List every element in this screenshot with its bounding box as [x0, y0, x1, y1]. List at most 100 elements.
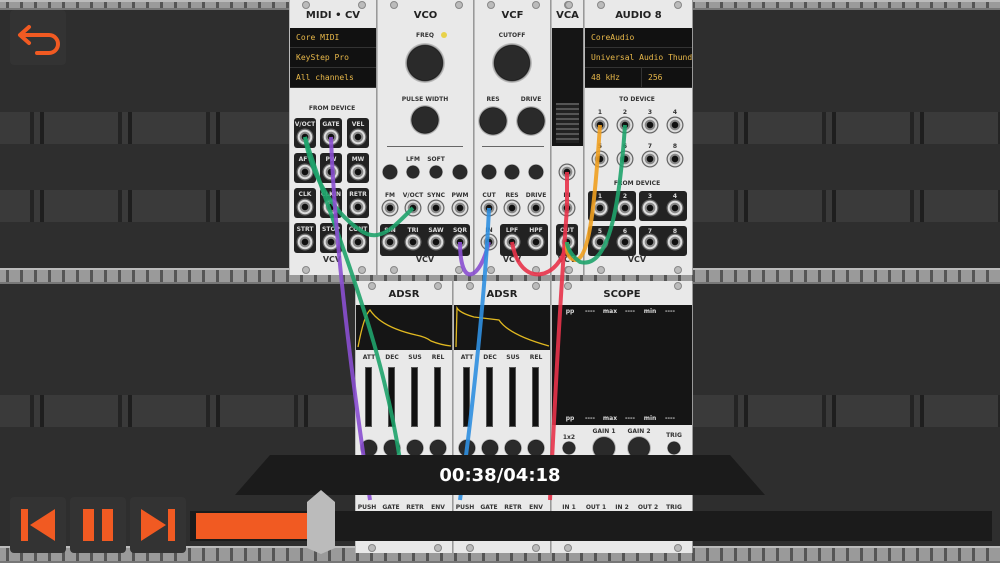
vco-input[interactable] [381, 199, 399, 217]
midi-jack[interactable] [349, 233, 367, 251]
midi-display-0[interactable]: Core MIDI [290, 28, 376, 48]
to-device-jack[interactable] [641, 150, 659, 168]
vca-out-jack[interactable] [558, 233, 576, 251]
screw [532, 1, 540, 9]
midi-jack[interactable] [349, 198, 367, 216]
from-device-jack[interactable] [591, 199, 609, 217]
to-device-jack[interactable] [616, 150, 634, 168]
audio-driver[interactable]: CoreAudio [585, 28, 692, 48]
label: STRT [296, 226, 314, 233]
vcv-logo: VCV [502, 255, 522, 264]
midi-jack[interactable] [322, 233, 340, 251]
to-device-jack[interactable] [666, 150, 684, 168]
pulse-width-knob[interactable] [410, 105, 440, 135]
midi-jack[interactable] [296, 198, 314, 216]
from-device-jack[interactable] [641, 199, 659, 217]
drive-knob[interactable] [516, 106, 546, 136]
soft-button[interactable] [429, 165, 443, 179]
adsr-knob[interactable] [481, 439, 499, 457]
vcf-attenuator[interactable] [481, 164, 497, 180]
from-device-jack[interactable] [641, 233, 659, 251]
vcf-input[interactable] [527, 199, 545, 217]
vco-input[interactable] [451, 199, 469, 217]
vco-output[interactable] [381, 233, 399, 251]
adsr-slider[interactable] [388, 367, 395, 427]
pause-button[interactable] [70, 497, 126, 553]
adsr-slider[interactable] [463, 367, 470, 427]
adsr-slider[interactable] [365, 367, 372, 427]
vca-cv-jack[interactable] [558, 163, 576, 181]
adsr-knob[interactable] [429, 439, 447, 457]
adsr-slider[interactable] [509, 367, 516, 427]
fm-knob[interactable] [382, 164, 398, 180]
midi-jack[interactable] [349, 128, 367, 146]
cutoff-knob[interactable] [492, 43, 532, 83]
adsr-knob[interactable] [527, 439, 545, 457]
adsr-knob[interactable] [458, 439, 476, 457]
vcf-input[interactable] [480, 199, 498, 217]
lfm-button[interactable] [406, 165, 420, 179]
vco-output[interactable] [451, 233, 469, 251]
to-device-jack[interactable] [666, 116, 684, 134]
vcf-in-jack[interactable] [480, 233, 498, 251]
from-device-jack[interactable] [666, 233, 684, 251]
vco-output[interactable] [427, 233, 445, 251]
to-device-jack[interactable] [591, 116, 609, 134]
midi-jack[interactable] [296, 233, 314, 251]
audio-device[interactable]: Universal Audio Thunderbolt [585, 48, 692, 68]
from-device-jack[interactable] [616, 199, 634, 217]
adsr-slider[interactable] [434, 367, 441, 427]
midi-jack[interactable] [349, 163, 367, 181]
label: FM [384, 192, 396, 199]
from-device-jack[interactable] [591, 233, 609, 251]
res-knob[interactable] [478, 106, 508, 136]
adsr-knob[interactable] [360, 439, 378, 457]
adsr-slider[interactable] [411, 367, 418, 427]
adsr-knob[interactable] [504, 439, 522, 457]
back-button[interactable] [10, 10, 66, 65]
to-device-jack[interactable] [591, 150, 609, 168]
from-device-jack[interactable] [666, 199, 684, 217]
next-button[interactable] [130, 497, 186, 553]
midi-jack[interactable] [322, 128, 340, 146]
block-size[interactable]: 256 [641, 68, 692, 88]
gain1-knob[interactable] [592, 436, 616, 460]
progress-thumb[interactable] [305, 490, 337, 554]
gain2-knob[interactable] [627, 436, 651, 460]
vco-input[interactable] [404, 199, 422, 217]
adsr-knob[interactable] [383, 439, 401, 457]
to-device-jack[interactable] [641, 116, 659, 134]
adsr-slider[interactable] [532, 367, 539, 427]
progress-bar[interactable] [196, 490, 991, 554]
adsr-knob[interactable] [406, 439, 424, 457]
label: PULSE WIDTH [401, 96, 449, 103]
sample-rate[interactable]: 48 kHz [585, 68, 641, 88]
vco-output[interactable] [404, 233, 422, 251]
pwm-knob[interactable] [452, 164, 468, 180]
midi-display-1[interactable]: KeyStep Pro [290, 48, 376, 68]
label: OUT 2 [637, 504, 659, 511]
vca-in-jack[interactable] [558, 199, 576, 217]
hpf-jack[interactable] [527, 233, 545, 251]
midi-jack[interactable] [322, 198, 340, 216]
vcf-input[interactable] [503, 199, 521, 217]
trig-button[interactable] [667, 441, 681, 455]
midi-jack[interactable] [296, 163, 314, 181]
midi-display-2[interactable]: All channels [290, 68, 376, 88]
lpf-jack[interactable] [503, 233, 521, 251]
from-device-jack[interactable] [616, 233, 634, 251]
vcf-attenuator[interactable] [504, 164, 520, 180]
adsr-slider[interactable] [486, 367, 493, 427]
to-device-jack[interactable] [616, 116, 634, 134]
midi-jack[interactable] [322, 163, 340, 181]
freq-knob[interactable] [405, 43, 445, 83]
vcf-attenuator[interactable] [528, 164, 544, 180]
previous-button[interactable] [10, 497, 66, 553]
label: FROM DEVICE [308, 105, 356, 112]
vco-input[interactable] [427, 199, 445, 217]
midi-jack[interactable] [296, 128, 314, 146]
label: ---- [625, 415, 635, 422]
label: LFM [406, 156, 420, 163]
label: 2 [622, 109, 628, 116]
scope-1x2-button[interactable] [562, 441, 576, 455]
